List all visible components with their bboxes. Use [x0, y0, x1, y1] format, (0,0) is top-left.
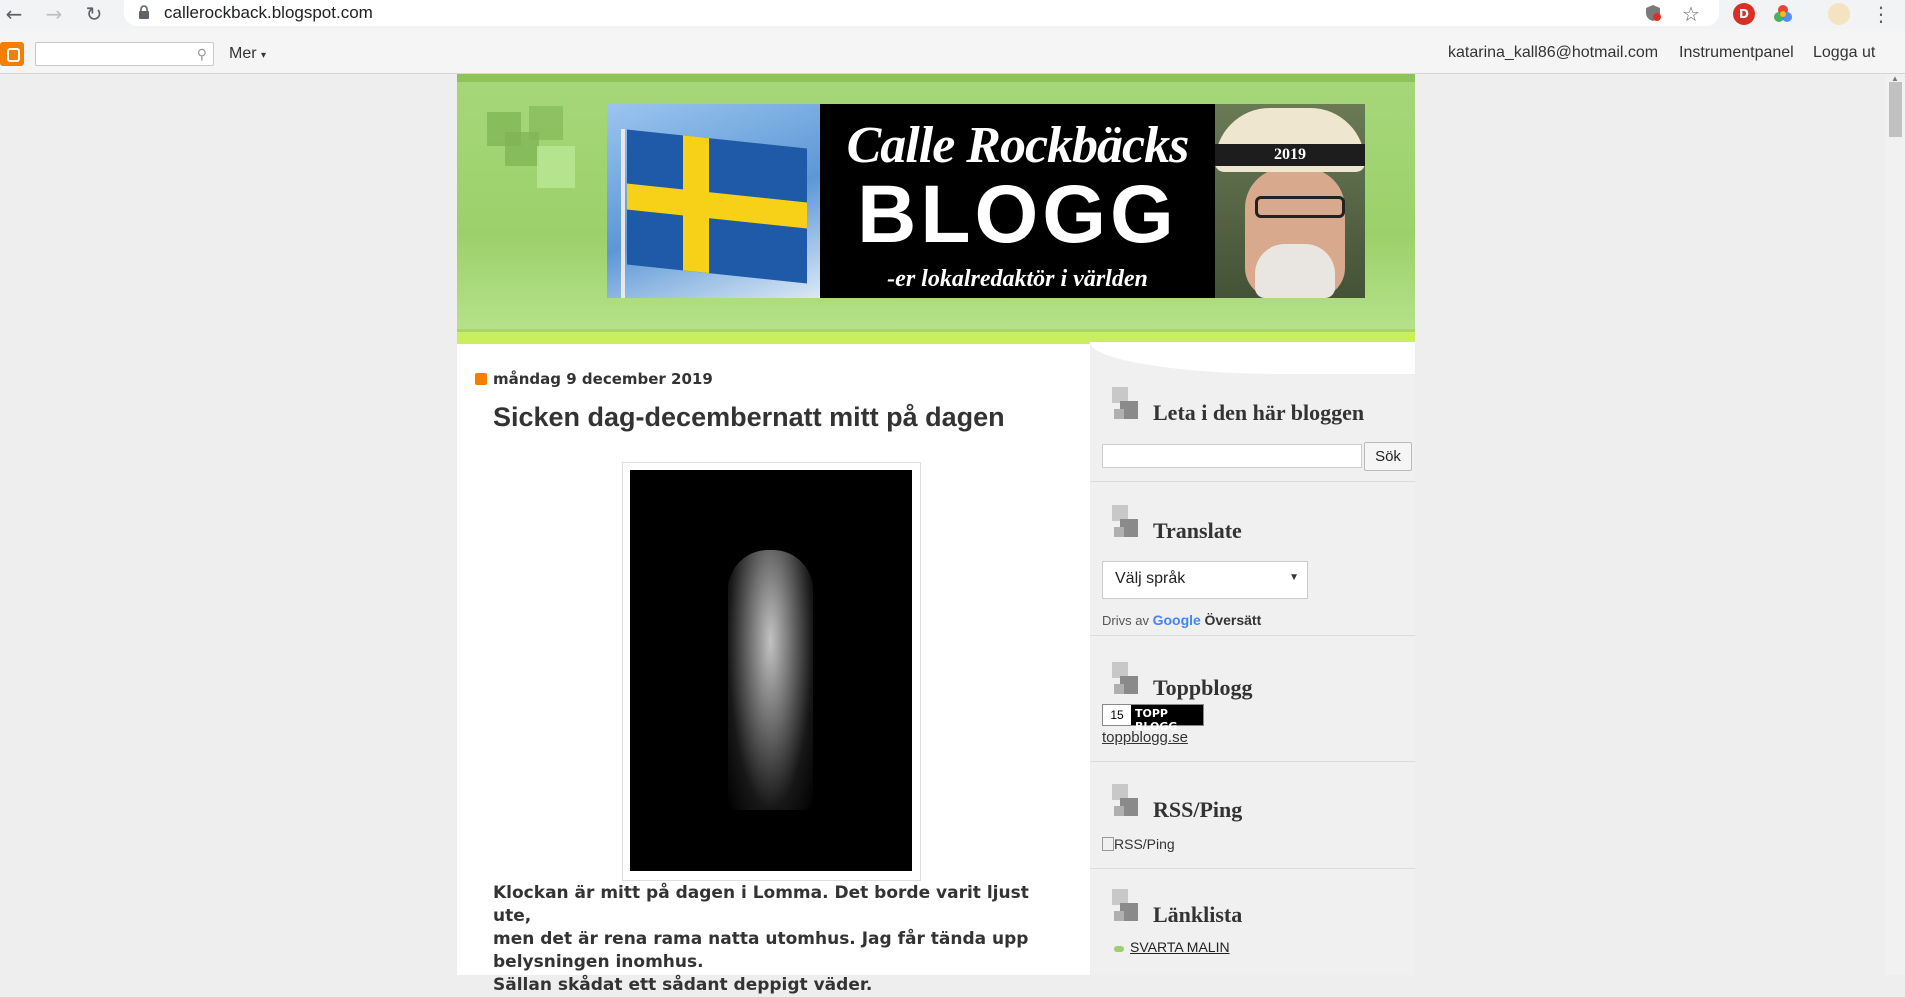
post-body-line: Sällan skådat ett sådant deppigt väder.	[493, 975, 873, 995]
post-image[interactable]	[622, 462, 921, 881]
address-bar[interactable]: callerockback.blogspot.com ☆	[124, 0, 1719, 26]
google-logo[interactable]: Google	[1153, 612, 1201, 628]
hand-in-darkness-image	[630, 470, 912, 871]
user-email[interactable]: katarina_kall86@hotmail.com	[1448, 44, 1658, 62]
scrollbar-thumb[interactable]	[1889, 82, 1902, 137]
banner-title-line3: -er lokalredaktör i världen	[887, 266, 1148, 292]
language-select-value: Välj språk	[1115, 570, 1186, 587]
reload-icon[interactable]: ↻	[82, 2, 106, 26]
blog-search-input[interactable]	[1102, 444, 1362, 468]
toppblogg-badge[interactable]: 15 TOPP BLOGG	[1102, 704, 1204, 733]
widget-squares-icon	[1112, 784, 1138, 822]
decor-square	[537, 146, 575, 188]
dropdown-arrow-icon: ▼	[1289, 572, 1299, 583]
toppblogg-widget-title: Toppblogg	[1153, 675, 1253, 700]
more-menu[interactable]: Mer ▾	[229, 45, 266, 63]
post-date: måndag 9 december 2019	[493, 370, 713, 388]
link-list-widget: Länklista	[1090, 869, 1415, 975]
sky-background	[607, 104, 820, 298]
toppblogg-link[interactable]: toppblogg.se	[1102, 729, 1188, 746]
browser-toolbar: ← → ↻ callerockback.blogspot.com ☆ D ⋮	[0, 0, 1905, 29]
flag-pole	[621, 129, 625, 298]
powered-by-google: Drivs av Google Översätt	[1102, 612, 1262, 628]
sidebar: Leta i den här bloggen Sök Translate Väl…	[1090, 342, 1415, 975]
lock-icon	[139, 5, 149, 19]
forward-icon[interactable]: →	[42, 2, 66, 26]
header-banner-image[interactable]: Calle Rockbäcks BLOGG -er lokalredaktör …	[607, 104, 1365, 298]
link-list-widget-title: Länklista	[1153, 902, 1243, 927]
post-body-line: men det är rena rama natta utomhus. Jag …	[493, 929, 1029, 949]
widget-squares-icon	[1112, 662, 1138, 700]
search-widget-title: Leta i den här bloggen	[1153, 400, 1365, 425]
post-body: Klockan är mitt på dagen i Lomma. Det bo…	[493, 882, 1053, 997]
chevron-down-icon: ▾	[261, 50, 267, 61]
back-icon[interactable]: ←	[2, 2, 26, 26]
profile-avatar-icon[interactable]	[1828, 3, 1850, 25]
rss-ping-image[interactable]: RSS/Ping	[1102, 836, 1175, 852]
rss-widget-title: RSS/Ping	[1153, 797, 1243, 822]
decor-square	[505, 132, 539, 166]
translate-widget-title: Translate	[1153, 518, 1242, 543]
banner-title-line2: BLOGG	[857, 169, 1178, 260]
navbar-search-input[interactable]: ⚲	[35, 42, 214, 66]
widget-squares-icon	[1112, 387, 1138, 425]
blogger-logo-icon[interactable]	[0, 42, 24, 66]
blog-container: Calle Rockbäcks BLOGG -er lokalredaktör …	[457, 74, 1415, 995]
blogger-navbar: ⚲ Mer ▾ katarina_kall86@hotmail.com Inst…	[0, 29, 1905, 74]
extension-d-icon[interactable]: D	[1733, 3, 1755, 25]
post-body-line: belysningen inomhus.	[493, 952, 704, 972]
page-scrollbar[interactable]: ▲	[1886, 74, 1905, 975]
bookmark-star-icon[interactable]: ☆	[1680, 3, 1702, 25]
author-photo: 2019	[1215, 104, 1365, 298]
rss-widget: RSS/Ping	[1090, 762, 1415, 869]
language-select[interactable]: Välj språk ▼	[1102, 561, 1308, 599]
color-wheel-extension-icon[interactable]	[1772, 3, 1794, 25]
header-top-stripe	[457, 74, 1415, 82]
url-text: callerockback.blogspot.com	[164, 3, 373, 22]
author-beard	[1255, 244, 1335, 298]
search-widget: Leta i den här bloggen Sök	[1090, 342, 1415, 482]
shield-extension-icon[interactable]	[1644, 4, 1662, 22]
widget-squares-icon	[1112, 889, 1138, 927]
dashboard-link[interactable]: Instrumentpanel	[1679, 44, 1794, 62]
post-date-icon	[475, 373, 487, 385]
bullet-icon	[1114, 946, 1124, 952]
banner-title-line1: Calle Rockbäcks	[846, 117, 1190, 174]
swedish-flag	[627, 129, 807, 284]
raised-hand	[728, 550, 813, 810]
browser-menu-icon[interactable]: ⋮	[1869, 2, 1893, 26]
broken-image-icon	[1102, 837, 1114, 851]
blog-header: Calle Rockbäcks BLOGG -er lokalredaktör …	[457, 74, 1415, 344]
translate-link[interactable]: Översätt	[1204, 612, 1261, 628]
post-body-line: Klockan är mitt på dagen i Lomma. Det bo…	[493, 883, 1029, 926]
hat-band-text: 2019	[1215, 144, 1365, 166]
search-icon[interactable]: ⚲	[197, 46, 207, 63]
logout-link[interactable]: Logga ut	[1813, 44, 1875, 62]
toppblogg-rank: 15	[1103, 705, 1131, 725]
search-button[interactable]: Sök	[1364, 442, 1412, 471]
link-list-item[interactable]: SVARTA MALIN	[1130, 939, 1230, 955]
post-title[interactable]: Sicken dag-decembernatt mitt på dagen	[493, 402, 1005, 433]
author-glasses	[1255, 196, 1345, 218]
widget-squares-icon	[1112, 505, 1138, 543]
